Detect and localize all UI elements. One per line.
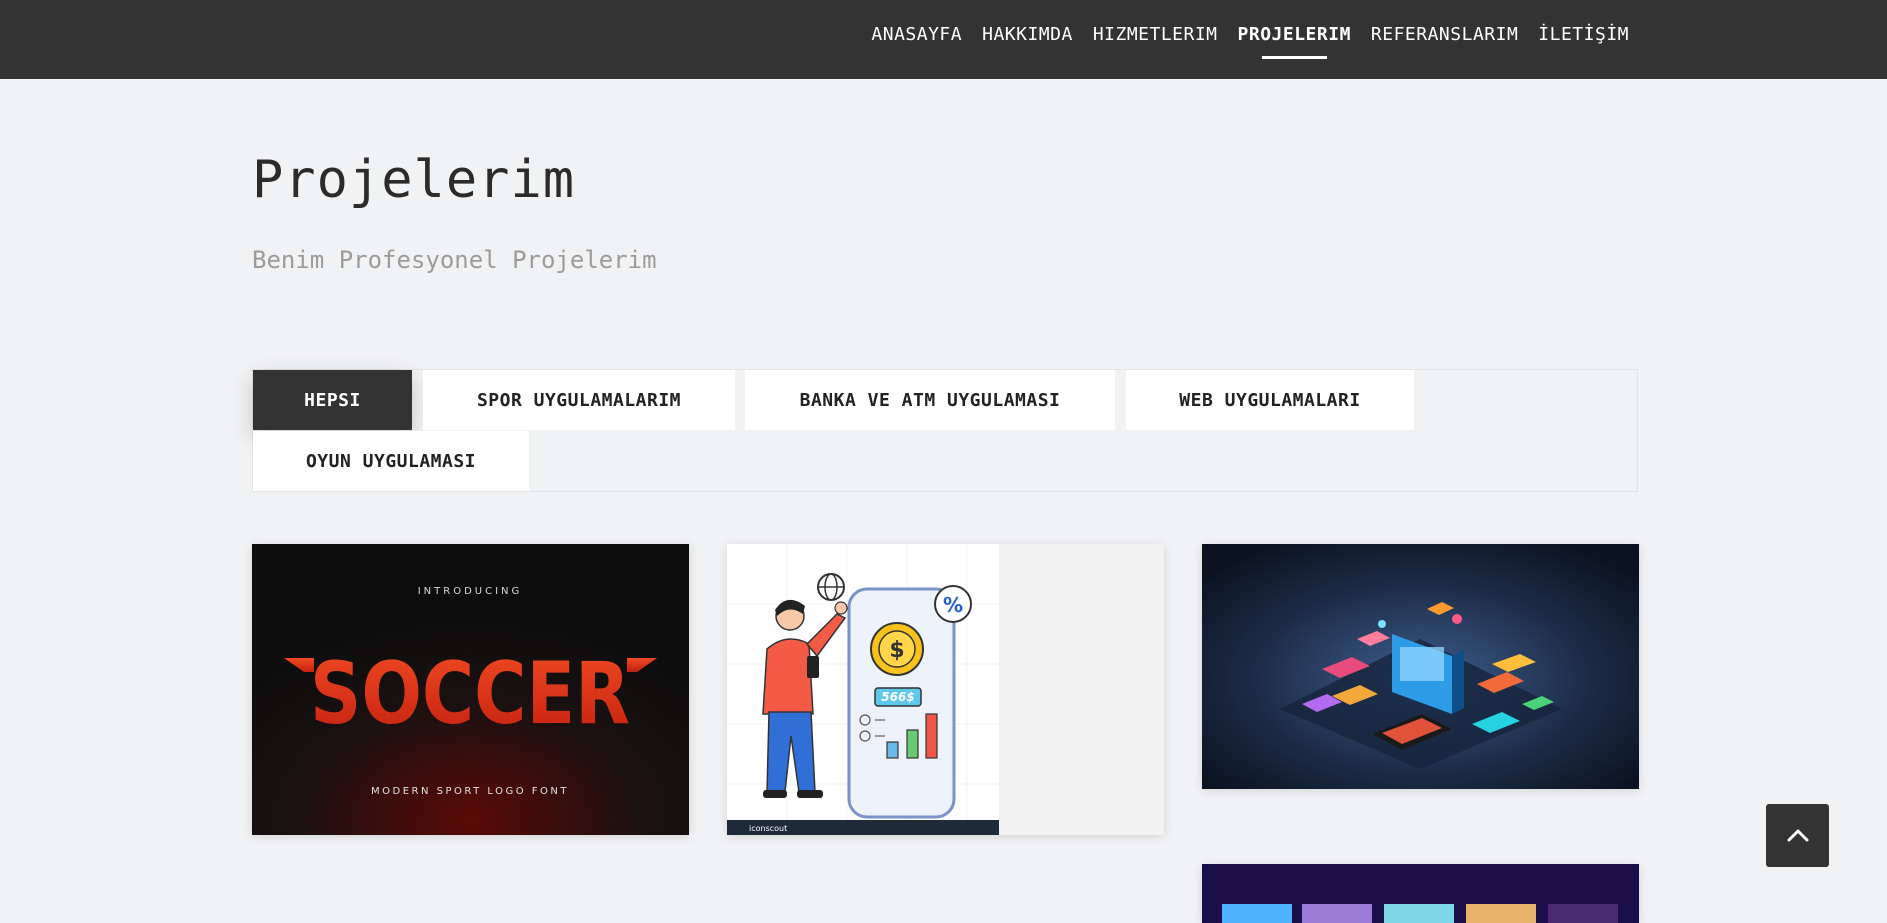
top-navbar: ANASAYFA HAKKIMDA HIZMETLERIM PROJELERIM…: [0, 0, 1887, 79]
page-title: Projelerim: [252, 150, 576, 210]
filter-web-uygulamalari[interactable]: WEB UYGULAMALARI: [1126, 370, 1414, 430]
nav-item-referanslarim[interactable]: REFERANSLARIM: [1371, 24, 1518, 59]
banking-app-illustration: $ % 566$ iconscout: [727, 544, 999, 835]
isometric-apps-image: [1202, 544, 1639, 789]
project-card-apps[interactable]: [1202, 544, 1639, 789]
soccer-font-image: INTRODUCING SOCCER MODERN SPORT LOGO FON…: [252, 544, 689, 835]
filter-oyun-uygulamasi[interactable]: OYUN UYGULAMASI: [253, 431, 529, 491]
percent-badge: %: [943, 593, 963, 617]
nav-item-projelerim[interactable]: PROJELERIM: [1238, 24, 1351, 59]
chevron-up-icon: [1787, 829, 1808, 841]
iconscout-brand: iconscout: [749, 824, 787, 833]
amount-label: 566$: [881, 690, 914, 704]
nav-item-hizmetlerim[interactable]: HIZMETLERIM: [1093, 24, 1218, 59]
svg-text:$: $: [889, 638, 904, 663]
soccer-tagline: MODERN SPORT LOGO FONT: [371, 786, 569, 797]
soccer-intro-text: INTRODUCING: [418, 586, 523, 597]
scroll-to-top-button[interactable]: [1766, 804, 1829, 867]
filter-spor-uygulamalarim[interactable]: SPOR UYGULAMALARIM: [423, 370, 735, 430]
soccer-headline: SOCCER: [310, 644, 630, 744]
filter-banka-atm[interactable]: BANKA VE ATM UYGULAMASI: [745, 370, 1115, 430]
nav-menu: ANASAYFA HAKKIMDA HIZMETLERIM PROJELERIM…: [851, 24, 1629, 59]
game-app-image: [1202, 864, 1639, 923]
nav-item-hakkimda[interactable]: HAKKIMDA: [982, 24, 1073, 59]
nav-item-iletisim[interactable]: İLETİŞİM: [1538, 24, 1629, 59]
nav-item-anasayfa[interactable]: ANASAYFA: [871, 24, 962, 59]
page-subtitle: Benim Profesyonel Projelerim: [252, 246, 657, 274]
filter-hepsi[interactable]: HEPSI: [253, 370, 412, 430]
project-card-game[interactable]: [1202, 864, 1639, 923]
project-card-banking[interactable]: $ % 566$ iconscout: [727, 544, 1164, 835]
project-filter-bar: HEPSI SPOR UYGULAMALARIM BANKA VE ATM UY…: [252, 369, 1638, 492]
project-card-soccer[interactable]: INTRODUCING SOCCER MODERN SPORT LOGO FON…: [252, 544, 689, 835]
